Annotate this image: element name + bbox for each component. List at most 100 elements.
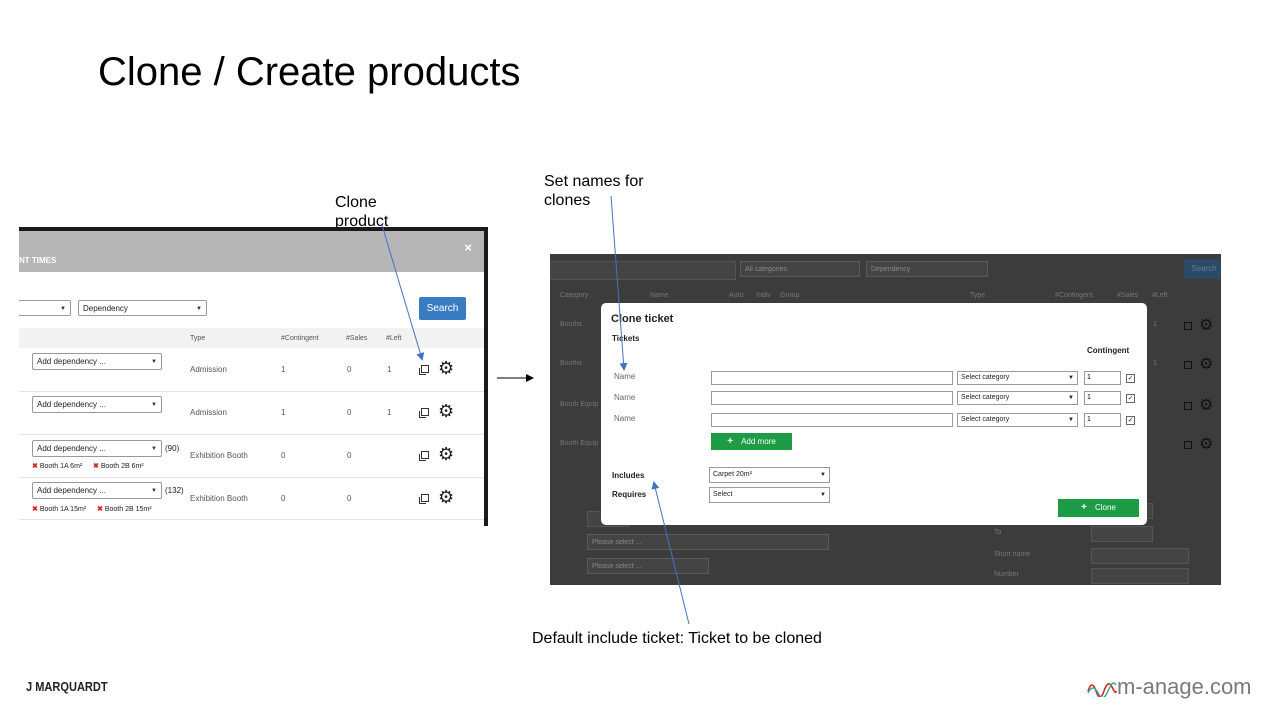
x-icon: ✖ [32,506,38,513]
dialog-header: NT TIMES × [19,231,484,272]
dependency-tag[interactable]: ✖ Booth 1A 6m² [32,462,82,470]
plus-icon: + [1081,502,1087,513]
dependency-tag[interactable]: ✖ Booth 1A 15m² [32,505,86,513]
category-select[interactable]: Select category ▼ [957,371,1078,385]
x-icon: ✖ [93,463,99,470]
filter-select[interactable]: ▼ [19,300,71,316]
column-header: #Sales [346,335,368,342]
name-input[interactable] [711,391,953,405]
add-more-button[interactable]: + Add more [711,433,792,450]
background-row-category: Booth Equip [560,440,599,447]
category-select[interactable]: Select category ▼ [957,391,1078,405]
left-cell: 1 [387,365,392,374]
gear-icon: ⚙ [1199,317,1214,334]
frame-right [484,227,488,526]
x-icon: ✖ [32,463,38,470]
add-dependency-select[interactable]: Add dependency ... ▼ [32,396,162,413]
type-cell: Admission [190,365,227,374]
background-row-category: Booth Equip [560,401,599,408]
requires-label: Requires [612,490,647,499]
background-column: Name [650,292,669,299]
copy-icon [1184,361,1192,369]
add-dependency-select[interactable]: Add dependency ... ▼ [32,353,162,370]
gear-icon[interactable]: ⚙ [438,488,454,506]
contingent-input[interactable]: 1 [1084,391,1121,405]
includes-select[interactable]: Carpet 20m² ▼ [709,467,830,483]
add-dependency-select[interactable]: Add dependency ... ▼ [32,440,162,457]
contingent-cell: 0 [281,494,286,503]
background-column: Group [780,292,800,299]
clone-button[interactable]: + Clone [1058,499,1139,517]
row-checkbox[interactable]: ✓ [1126,374,1135,383]
background-label: Short name [994,551,1031,558]
copy-icon[interactable] [419,408,429,418]
background-category-select: All categories [740,261,860,277]
contingent-cell: 1 [281,365,286,374]
search-button[interactable]: Search [419,297,466,320]
gear-icon[interactable]: ⚙ [438,445,454,463]
contingent-input[interactable]: 1 [1084,371,1121,385]
table-header: Type #Contingent #Sales #Left [19,328,484,348]
dependency-tag[interactable]: ✖ Booth 2B 15m² [97,505,152,513]
dependency-select[interactable]: Dependency ▼ [78,300,207,316]
modal-title: Clone ticket [611,313,674,325]
copy-icon [1184,322,1192,330]
background-row-left: 1 [1153,321,1157,328]
copy-icon[interactable] [419,365,429,375]
plus-icon: + [727,436,734,447]
gear-icon[interactable]: ⚙ [438,402,454,420]
requires-select[interactable]: Select ▼ [709,487,830,503]
contingent-header: Contingent [1087,346,1130,355]
callout-clone-product: Clone product [335,194,389,230]
background-label: To [994,529,1002,536]
row-checkbox[interactable]: ✓ [1126,394,1135,403]
includes-label: Includes [612,471,645,480]
column-header: #Contingent [281,335,319,342]
callout-default-include: Default include ticket: Ticket to be clo… [532,630,822,647]
gear-icon: ⚙ [1199,356,1214,373]
name-input[interactable] [711,413,953,427]
background-dependency-select: Dependency [866,261,988,277]
name-label: Name [614,414,636,423]
background-column: Auto [729,292,744,299]
name-input[interactable] [711,371,953,385]
column-header: Type [190,335,206,342]
category-select[interactable]: Select category ▼ [957,413,1078,427]
background-column: Type [970,292,986,299]
background-row-category: Booths [560,321,582,328]
sales-cell: 0 [347,408,352,417]
contingent-input[interactable]: 1 [1084,413,1121,427]
table-row: Add dependency ... ▼ Admission 1 0 1 ⚙ [19,391,484,435]
add-dependency-select[interactable]: Add dependency ... ▼ [32,482,162,499]
background-column: #Sales [1117,292,1139,299]
row-checkbox[interactable]: ✓ [1126,416,1135,425]
contingent-cell: 1 [281,408,286,417]
clone-ticket-modal: Clone ticket Tickets Contingent Name Sel… [601,303,1147,525]
close-icon[interactable]: × [464,240,472,255]
x-icon: ✖ [97,506,103,513]
background-input [1091,526,1153,542]
callout-set-names: Set names for clones [544,173,644,209]
dependency-count: (132) [165,486,184,495]
clone-dialog-screenshot: All categories Dependency Search Categor… [550,254,1221,585]
section-label: Tickets [612,334,640,343]
gear-icon: ⚙ [1199,436,1214,453]
copy-icon[interactable] [419,451,429,461]
background-input [550,261,736,280]
wave-icon [1087,682,1117,699]
background-row-category: Booths [560,360,582,367]
background-column: Category [560,292,589,299]
dependency-tag[interactable]: ✖ Booth 2B 6m² [93,462,144,470]
copy-icon[interactable] [419,494,429,504]
background-select: Please select ... [587,558,709,574]
background-input [1091,548,1189,564]
background-label: Number [994,571,1019,578]
background-row-left: 1 [1153,360,1157,367]
background-column: #Left [1152,292,1168,299]
marquardt-logo: J MARQUARDT [26,679,108,694]
table-row: Add dependency ... ▼ Admission 1 0 1 ⚙ [19,348,484,392]
contingent-cell: 0 [281,451,286,460]
background-input [1091,568,1189,584]
sales-cell: 0 [347,365,352,374]
gear-icon[interactable]: ⚙ [438,359,454,377]
